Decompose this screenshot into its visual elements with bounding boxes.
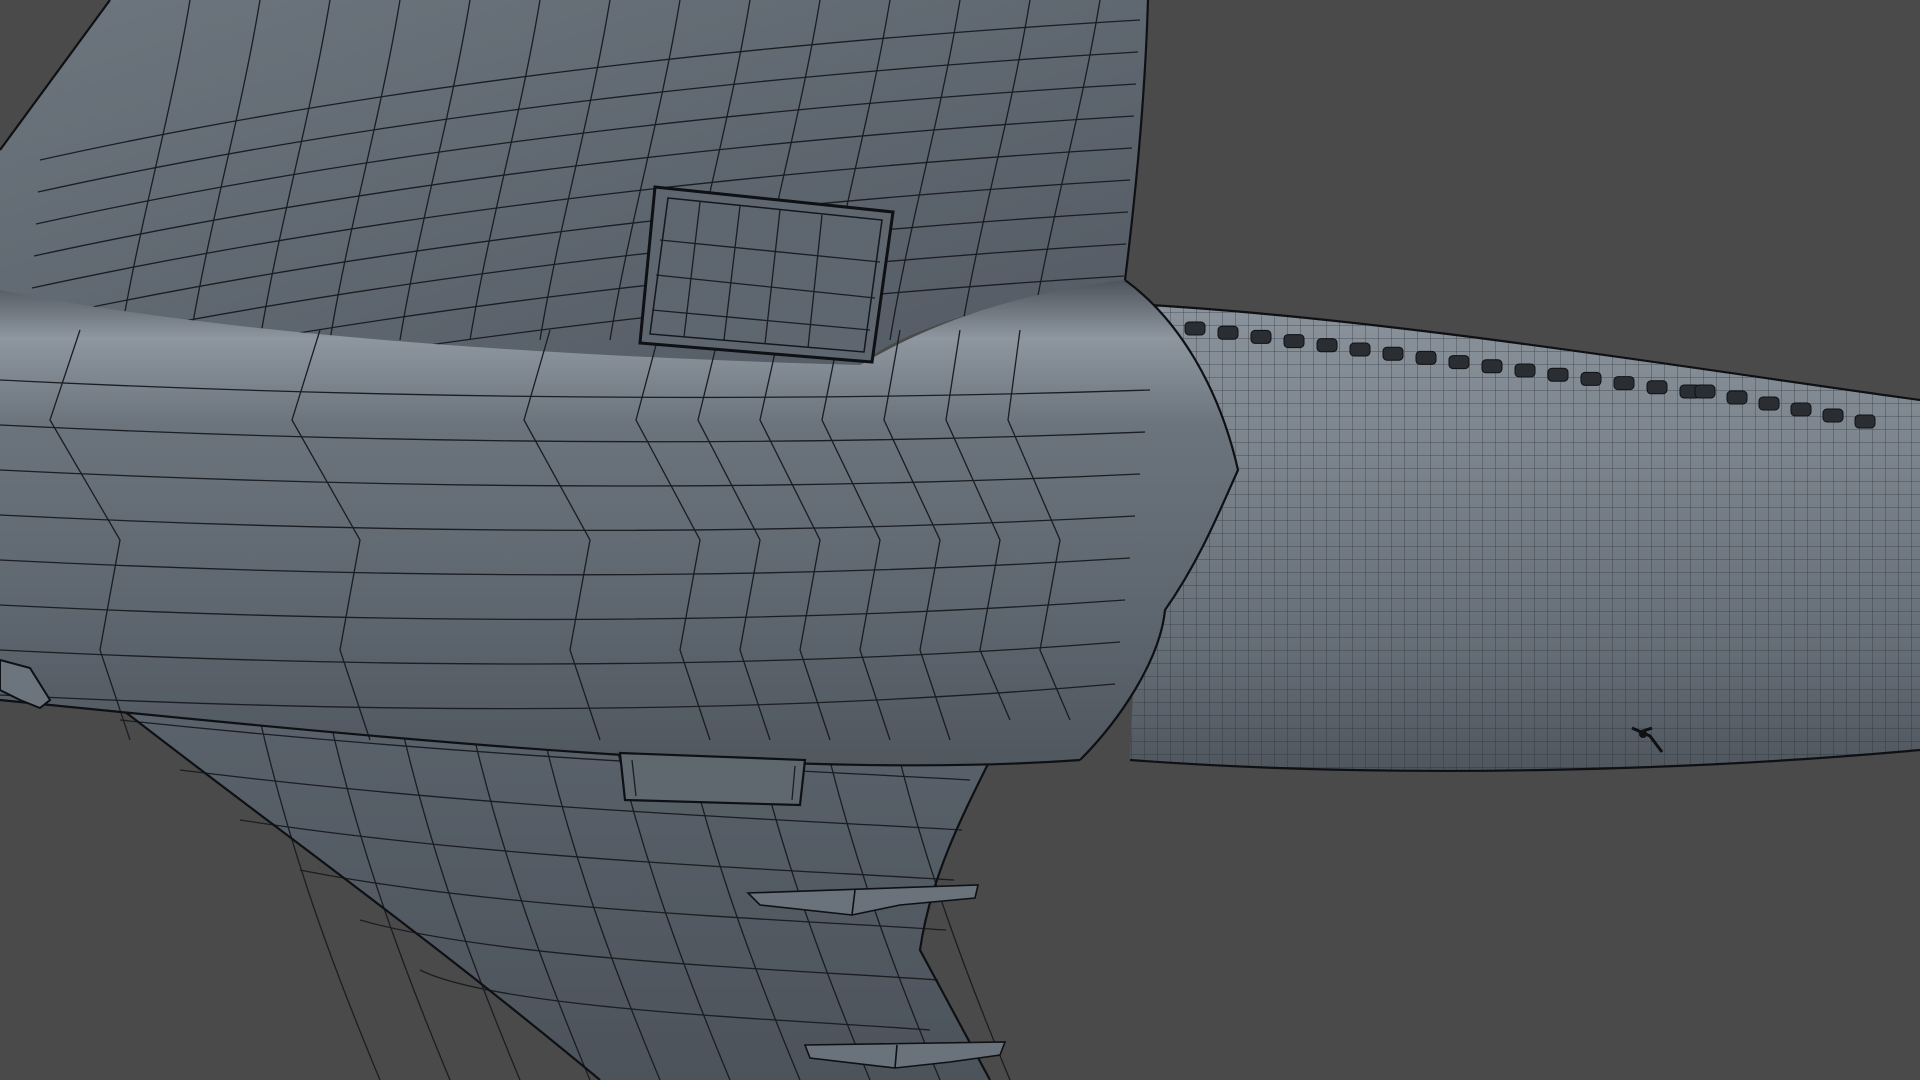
window: [1415, 350, 1437, 365]
mesh-scene[interactable]: [0, 0, 1920, 1080]
window: [1694, 384, 1716, 399]
window: [1217, 325, 1239, 340]
window: [1514, 363, 1536, 378]
window: [1316, 338, 1338, 353]
window: [1613, 376, 1635, 391]
window: [1854, 414, 1876, 429]
window: [1448, 355, 1470, 370]
window: [1547, 367, 1569, 382]
fuselage[interactable]: [1100, 300, 1920, 780]
window: [1646, 380, 1668, 395]
upper-wing-panel: [638, 185, 895, 364]
window: [1758, 396, 1780, 411]
window: [1481, 359, 1503, 374]
window: [1250, 329, 1272, 344]
window: [1382, 346, 1404, 361]
3d-viewport[interactable]: [0, 0, 1920, 1080]
window: [1790, 402, 1812, 417]
window: [1184, 321, 1206, 336]
window: [1726, 390, 1748, 405]
window: [1822, 408, 1844, 423]
window: [1283, 334, 1305, 349]
window: [1580, 371, 1602, 386]
window: [1349, 342, 1371, 357]
lower-fairing-panel: [618, 751, 807, 807]
